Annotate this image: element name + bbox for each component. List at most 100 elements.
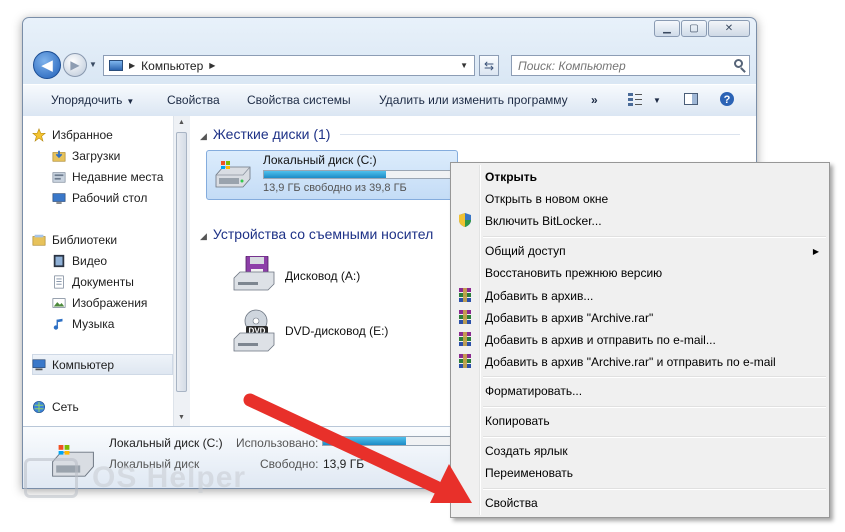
nav-label: Музыка	[72, 317, 115, 331]
scroll-up-icon[interactable]: ▲	[178, 119, 185, 126]
dvd-drive-icon: DVD	[233, 309, 275, 352]
hdd-group-header[interactable]: ◢ Жесткие диски (1)	[200, 126, 330, 142]
nav-documents[interactable]: Документы	[51, 273, 134, 291]
search-icon[interactable]	[734, 59, 743, 68]
collapse-triangle-icon[interactable]: ◢	[200, 231, 207, 241]
svg-text:?: ?	[724, 94, 731, 106]
nav-label: Изображения	[72, 296, 148, 310]
menu-rename[interactable]: Переименовать	[485, 466, 573, 480]
nav-recent-places[interactable]: Недавние места	[51, 168, 163, 186]
menu-bitlocker[interactable]: Включить BitLocker...	[485, 214, 602, 228]
group-label: Жесткие диски (1)	[212, 126, 331, 142]
context-menu: Открыть Открыть в новом окне Включить Bi…	[450, 162, 830, 518]
watermark-text: OS Helper	[92, 461, 247, 494]
details-usage-bar	[322, 436, 452, 446]
floppy-drive-icon	[233, 256, 275, 291]
view-options-icon[interactable]	[627, 91, 643, 107]
nav-libraries[interactable]: Библиотеки	[31, 231, 117, 249]
winrar-icon	[459, 332, 471, 346]
command-bar: Упорядочить ▼ Свойства Свойства системы У…	[23, 84, 756, 117]
help-icon[interactable]: ?	[719, 91, 735, 107]
recent-pages-dropdown[interactable]: ▼	[89, 60, 97, 69]
disk-usage-bar	[263, 170, 453, 179]
scroll-thumb[interactable]	[176, 132, 187, 392]
drive-name: Локальный диск (C:)	[263, 153, 377, 167]
winrar-icon	[459, 310, 471, 324]
nav-network[interactable]: Сеть	[31, 398, 79, 416]
nav-label: Компьютер	[52, 358, 115, 372]
nav-downloads[interactable]: Загрузки	[51, 147, 120, 165]
nav-label: Документы	[72, 275, 134, 289]
forward-button[interactable]: ▶	[63, 53, 87, 77]
menu-archive-rar-and-email[interactable]: Добавить в архив "Archive.rar" и отправи…	[485, 355, 776, 369]
properties-button[interactable]: Свойства	[167, 93, 220, 107]
nav-video[interactable]: Видео	[51, 252, 107, 270]
menu-create-shortcut[interactable]: Создать ярлык	[485, 444, 568, 458]
breadcrumb-chevron-icon[interactable]: ▶	[129, 61, 135, 70]
menu-restore-previous[interactable]: Восстановить прежнюю версию	[485, 266, 662, 280]
nav-label: Избранное	[52, 128, 113, 142]
refresh-button[interactable]: ⇆	[479, 55, 499, 76]
maximize-button[interactable]: ▢	[681, 20, 707, 37]
documents-icon	[54, 275, 64, 289]
menu-properties[interactable]: Свойства	[485, 496, 538, 510]
menu-format[interactable]: Форматировать...	[485, 384, 582, 398]
local-disk-c-tile[interactable]: Локальный диск (C:) 13,9 ГБ свободно из …	[206, 150, 458, 200]
menu-separator	[483, 406, 826, 408]
refresh-icon: ⇆	[483, 58, 495, 73]
minimize-button[interactable]: ▁	[654, 20, 680, 37]
details-drive-name: Локальный диск (C:)	[109, 436, 223, 450]
details-free-value: 13,9 ГБ	[323, 457, 365, 471]
uninstall-program-button[interactable]: Удалить или изменить программу	[379, 93, 568, 107]
removable-group-header[interactable]: ◢ Устройства со съемными носител	[200, 226, 433, 242]
system-properties-button[interactable]: Свойства системы	[247, 93, 351, 107]
libraries-icon	[32, 234, 46, 246]
desktop-icon	[52, 193, 66, 204]
address-bar[interactable]: ▶ Компьютер ▶ ▼	[103, 55, 475, 76]
nav-label: Видео	[72, 254, 108, 268]
recent-places-icon	[52, 172, 66, 183]
shield-icon	[459, 213, 471, 227]
preview-pane-icon[interactable]	[683, 91, 699, 107]
menu-separator	[483, 236, 826, 238]
search-input[interactable]	[518, 58, 718, 73]
menu-add-to-archive[interactable]: Добавить в архив...	[485, 289, 593, 303]
computer-icon	[109, 60, 123, 71]
nav-computer[interactable]: Компьютер	[31, 356, 114, 374]
menu-open[interactable]: Открыть	[485, 170, 537, 184]
star-icon	[32, 128, 46, 142]
nav-scrollbar[interactable]: ▲ ▼	[173, 116, 190, 426]
floppy-drive-name: Дисковод (A:)	[285, 269, 361, 283]
close-button[interactable]: ✕	[708, 20, 750, 37]
details-used-label: Использовано:	[236, 436, 319, 450]
nav-favorites[interactable]: Избранное	[31, 126, 113, 144]
menu-share[interactable]: Общий доступ	[485, 244, 566, 258]
computer-icon	[32, 359, 46, 371]
scroll-down-icon[interactable]: ▼	[178, 414, 185, 421]
menu-archive-and-email[interactable]: Добавить в архив и отправить по e-mail..…	[485, 333, 716, 347]
more-commands-button[interactable]: »	[591, 93, 598, 107]
breadcrumb-computer[interactable]: Компьютер	[141, 59, 203, 73]
dvd-drive-name: DVD-дисковод (E:)	[285, 324, 389, 338]
arrow-left-icon: ◀	[41, 57, 53, 74]
address-dropdown-icon[interactable]: ▼	[460, 61, 468, 70]
disk-usage-fill	[264, 171, 387, 178]
menu-copy[interactable]: Копировать	[485, 414, 550, 428]
menu-open-new-window[interactable]: Открыть в новом окне	[485, 192, 608, 206]
search-box[interactable]	[511, 55, 750, 76]
nav-label: Рабочий стол	[72, 191, 148, 205]
view-dropdown-icon[interactable]: ▼	[653, 96, 661, 105]
nav-images[interactable]: Изображения	[51, 294, 147, 312]
arrow-right-icon: ▶	[70, 58, 80, 72]
menu-add-to-archive-rar[interactable]: Добавить в архив "Archive.rar"	[485, 311, 653, 325]
nav-label: Библиотеки	[52, 233, 118, 247]
submenu-arrow-icon: ▶	[812, 247, 819, 256]
organize-button[interactable]: Упорядочить ▼	[51, 93, 134, 107]
nav-label: Недавние места	[72, 170, 164, 184]
breadcrumb-chevron-icon[interactable]: ▶	[209, 61, 215, 70]
watermark: OS Helper	[24, 458, 246, 498]
collapse-triangle-icon[interactable]: ◢	[200, 131, 207, 141]
nav-music[interactable]: Музыка	[51, 315, 114, 333]
nav-desktop[interactable]: Рабочий стол	[51, 189, 147, 207]
back-button[interactable]: ◀	[33, 51, 61, 79]
